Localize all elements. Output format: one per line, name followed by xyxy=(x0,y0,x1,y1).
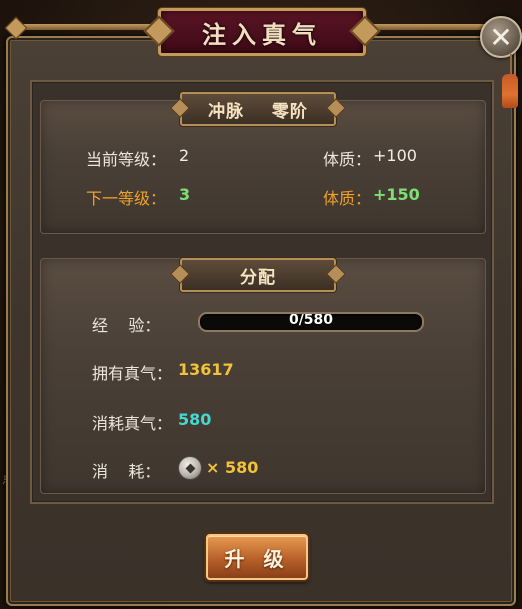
next-level-label: 下一等级： xyxy=(86,189,167,208)
tassel-cord xyxy=(510,54,512,76)
consume-qi-label: 消耗真气： xyxy=(92,414,173,433)
exp-progress-text: 0/580 xyxy=(288,312,334,328)
owned-qi-label: 拥有真气： xyxy=(92,364,173,383)
copper-coin-icon xyxy=(178,456,202,480)
meridian-header-text: 冲脉 零阶 xyxy=(208,101,308,122)
cost-label: 消 耗： xyxy=(92,462,161,481)
dialog-title-banner: 注入真气 xyxy=(158,8,366,56)
allocation-header-text: 分配 xyxy=(240,267,276,288)
title-rail-left xyxy=(14,24,160,30)
upgrade-button-label: 升 级 xyxy=(224,546,290,571)
close-x-icon: ✕ xyxy=(489,20,513,54)
tassel-ornament xyxy=(502,74,518,108)
current-stat-value: +100 xyxy=(373,146,417,165)
dialog-title: 注入真气 xyxy=(202,19,322,49)
next-level-value: 3 xyxy=(179,185,191,204)
cost-value: × 580 xyxy=(206,458,259,477)
current-stat-label: 体质： xyxy=(323,150,372,169)
close-button[interactable]: ✕ xyxy=(480,16,522,58)
upgrade-button[interactable]: 升 级 xyxy=(206,534,308,580)
dialog-inner-frame xyxy=(30,80,494,504)
current-level-value: 2 xyxy=(179,146,190,165)
current-level-label: 当前等级： xyxy=(86,150,167,169)
consume-qi-value: 580 xyxy=(178,410,212,429)
owned-qi-value: 13617 xyxy=(178,360,234,379)
exp-progress-bar: 0/580 xyxy=(198,312,424,332)
meridian-header: 冲脉 零阶 xyxy=(180,92,336,126)
exp-label: 经 验： xyxy=(92,316,161,335)
allocation-header: 分配 xyxy=(180,258,336,292)
next-stat-label: 体质： xyxy=(323,189,372,208)
next-stat-value: +150 xyxy=(373,185,420,204)
